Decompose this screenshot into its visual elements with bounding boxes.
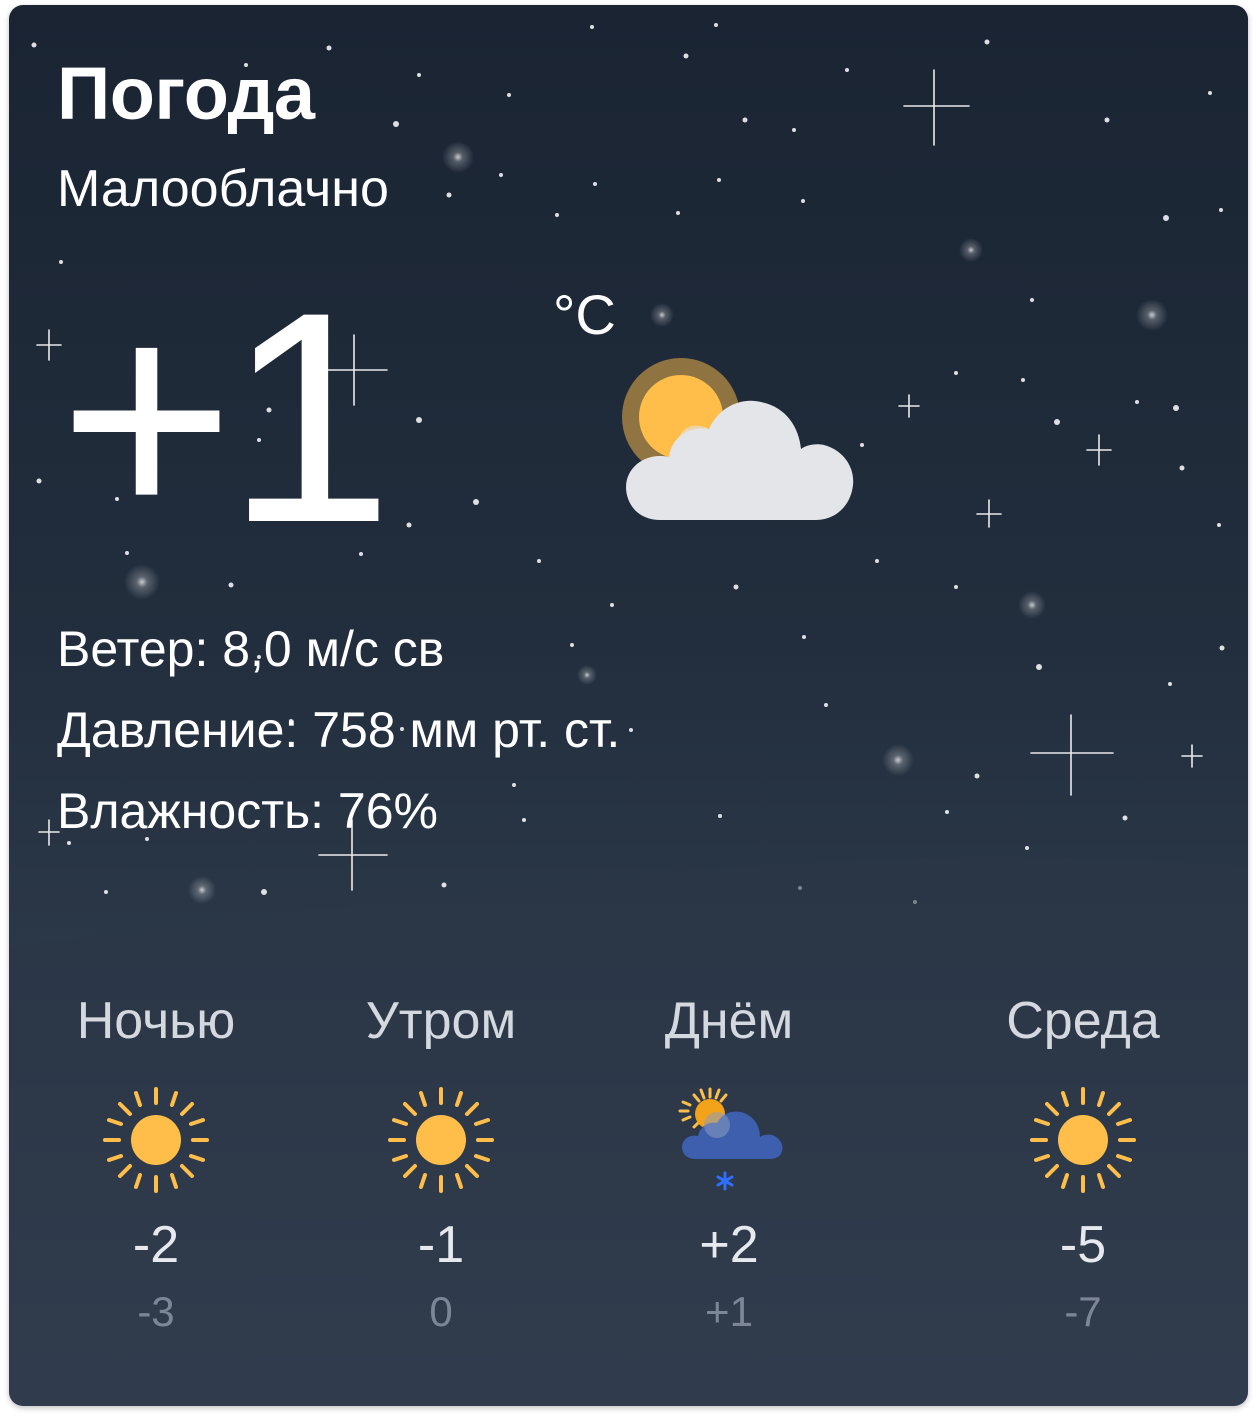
current-temperature: +1: [59, 249, 393, 585]
pressure-info: Давление: 758 мм рт. ст.: [57, 702, 621, 758]
weather-details: Ветер: 8,0 м/с св Давление: 758 мм рт. с…: [57, 609, 620, 852]
sun-icon: [1030, 1087, 1136, 1193]
forecast-item-day[interactable]: Днём +2 +1: [599, 995, 859, 1333]
forecast-low-temp: -7: [1064, 1288, 1102, 1335]
forecast-label: Среда: [1006, 992, 1160, 1050]
forecast-high-temp: -5: [1059, 1216, 1107, 1274]
forecast-label: Ночью: [76, 992, 236, 1050]
forecast-low-temp: 0: [429, 1288, 453, 1335]
weather-widget[interactable]: Погода Малооблачно +1 °C Ветер: 8,0 м/с …: [9, 5, 1248, 1406]
forecast-item-wednesday[interactable]: Среда -5 -7: [953, 995, 1213, 1333]
widget-title: Погода: [57, 52, 315, 135]
forecast-high-temp: -2: [132, 1216, 180, 1274]
wind-info: Ветер: 8,0 м/с св: [57, 621, 445, 677]
weather-condition: Малооблачно: [57, 160, 389, 218]
sun-icon: [388, 1087, 494, 1193]
partly-cloudy-day-icon: [622, 358, 854, 520]
temperature-unit: °C: [553, 283, 616, 346]
forecast-high-temp: -1: [417, 1216, 465, 1274]
humidity-info: Влажность: 76%: [57, 783, 439, 839]
sun-icon: [103, 1087, 209, 1193]
forecast-row: Ночью -2 -3 Утром -1 0 Днём +2 +1 Среда …: [9, 995, 1248, 1355]
forecast-low-temp: +1: [705, 1288, 753, 1335]
forecast-high-temp: +2: [699, 1216, 759, 1274]
forecast-low-temp: -3: [137, 1288, 175, 1335]
forecast-label: Утром: [365, 992, 517, 1050]
forecast-item-morning[interactable]: Утром -1 0: [311, 995, 571, 1333]
partly-cloudy-snow-icon: [678, 1087, 783, 1191]
forecast-label: Днём: [664, 992, 794, 1050]
forecast-item-night[interactable]: Ночью -2 -3: [26, 995, 286, 1333]
